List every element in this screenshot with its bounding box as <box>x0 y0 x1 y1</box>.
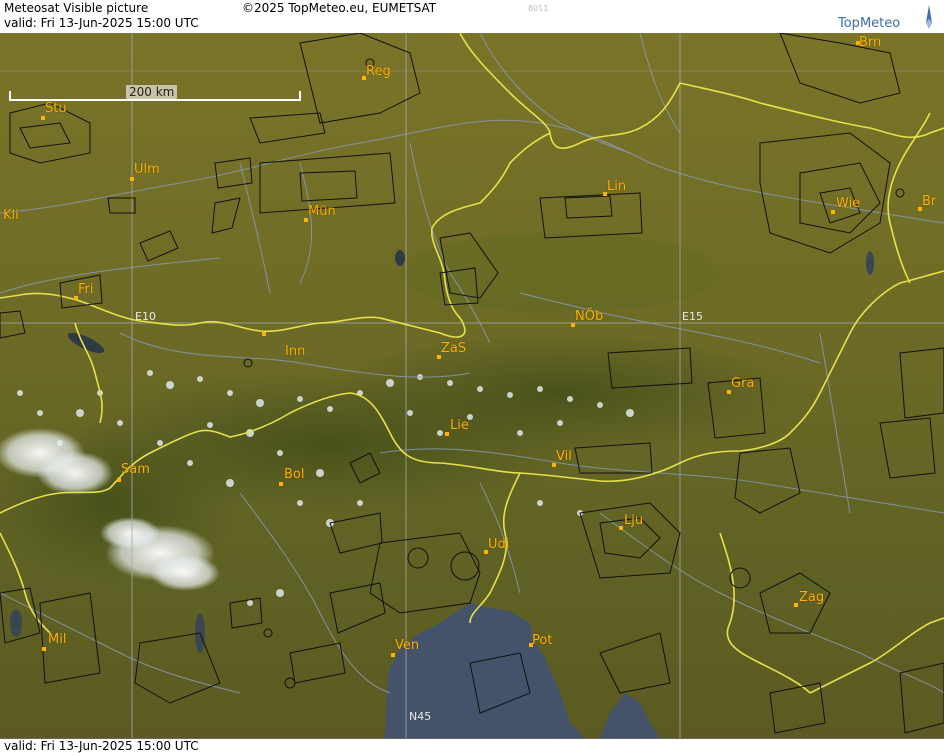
city-label-zag[interactable]: Zag <box>799 590 824 605</box>
city-label-lie[interactable]: Lie <box>450 418 469 433</box>
city-label-brn[interactable]: Brn <box>859 35 881 50</box>
satellite-map[interactable]: 200 km E10 E15 N45 Brn Reg Stu Ulm Mün K… <box>0 33 944 738</box>
lake-neusiedl <box>866 251 874 275</box>
grid-label-e10: E10 <box>135 310 156 323</box>
city-label-fri[interactable]: Fri <box>78 282 94 297</box>
brand-text: TopMeteo <box>838 16 901 31</box>
city-label-vil[interactable]: Vil <box>556 449 572 464</box>
bohemian-forest-shade <box>400 233 720 313</box>
city-label-pot[interactable]: Pot <box>532 633 552 648</box>
lake-chiemsee <box>395 250 405 266</box>
city-label-inn[interactable]: Inn <box>285 344 305 359</box>
map-title: Meteosat Visible picture <box>4 1 149 15</box>
city-label-lju[interactable]: Lju <box>624 513 643 528</box>
city-label-gra[interactable]: Gra <box>731 376 754 391</box>
city-label-reg[interactable]: Reg <box>366 64 391 79</box>
compass-icon <box>926 5 932 29</box>
copyright-text: ©2025 TopMeteo.eu, EUMETSAT <box>242 1 437 15</box>
city-label-lin[interactable]: Lin <box>607 179 626 194</box>
city-label-udi[interactable]: Udi <box>488 537 509 552</box>
cloud-south-2 <box>150 555 220 591</box>
city-label-bra[interactable]: Br <box>922 194 936 209</box>
footer-bar: valid: Fri 13-Jun-2025 15:00 UTC <box>0 738 944 753</box>
city-label-sam[interactable]: Sam <box>121 462 150 477</box>
grid-label-n45: N45 <box>409 710 432 723</box>
map-frame: Meteosat Visible picture valid: Fri 13-J… <box>0 0 944 753</box>
header-bar: Meteosat Visible picture valid: Fri 13-J… <box>0 0 944 34</box>
scale-bar-tick-left <box>9 91 11 101</box>
city-label-stu[interactable]: Stu <box>45 101 67 116</box>
city-label-mun[interactable]: Mün <box>308 204 336 219</box>
city-label-wie[interactable]: Wie <box>836 196 860 211</box>
city-label-bol[interactable]: Bol <box>284 467 304 482</box>
scale-bar-label: 200 km <box>126 85 178 99</box>
city-label-kli[interactable]: Kli <box>3 208 19 223</box>
valid-time-bottom: valid: Fri 13-Jun-2025 15:00 UTC <box>4 739 199 753</box>
grid-label-e15: E15 <box>682 310 703 323</box>
lake-maggiore <box>10 609 22 637</box>
city-label-mil[interactable]: Mil <box>48 632 66 647</box>
city-label-ulm[interactable]: Ulm <box>134 162 160 177</box>
image-code: 8011 <box>528 4 549 13</box>
city-label-nob[interactable]: NÖb <box>575 309 603 324</box>
city-label-ven[interactable]: Ven <box>395 638 419 653</box>
cloud-south-3 <box>100 517 160 549</box>
alps-east-shade <box>330 333 790 453</box>
scale-bar-tick-right <box>299 91 301 101</box>
topmeteo-logo[interactable]: TopMeteo <box>838 3 938 31</box>
map-canvas <box>0 33 944 738</box>
valid-time-top: valid: Fri 13-Jun-2025 15:00 UTC <box>4 16 199 30</box>
cloud-west-2 <box>37 451 113 495</box>
city-label-zas[interactable]: ZaS <box>441 341 466 356</box>
